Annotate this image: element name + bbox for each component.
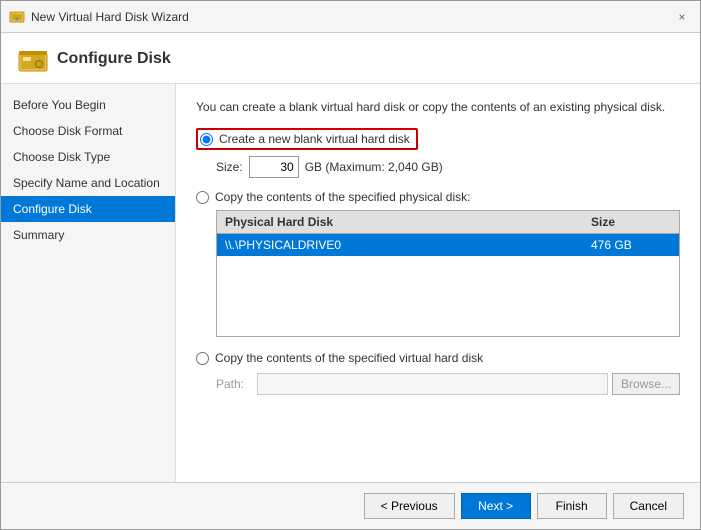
- sidebar-item-before-you-begin[interactable]: Before You Begin: [1, 92, 175, 118]
- next-button[interactable]: Next >: [461, 493, 531, 519]
- highlighted-radio-option: Create a new blank virtual hard disk: [196, 128, 418, 150]
- title-bar-text: New Virtual Hard Disk Wizard: [31, 10, 672, 24]
- page-title: Configure Disk: [57, 50, 171, 68]
- sidebar-item-configure-disk[interactable]: Configure Disk: [1, 196, 175, 222]
- copy-physical-radio[interactable]: [196, 191, 209, 204]
- create-new-disk-label: Create a new blank virtual hard disk: [219, 132, 410, 146]
- create-new-disk-radio[interactable]: [200, 133, 213, 146]
- sidebar-item-choose-disk-type[interactable]: Choose Disk Type: [1, 144, 175, 170]
- path-row: Path: Browse...: [216, 373, 680, 395]
- previous-button[interactable]: < Previous: [364, 493, 455, 519]
- close-button[interactable]: ×: [672, 7, 692, 27]
- path-label: Path:: [216, 377, 251, 391]
- copy-vhd-label: Copy the contents of the specified virtu…: [215, 351, 483, 365]
- size-row: Size: GB (Maximum: 2,040 GB): [216, 156, 680, 178]
- copy-physical-option: Copy the contents of the specified physi…: [196, 190, 680, 204]
- sidebar: Before You Begin Choose Disk Format Choo…: [1, 84, 176, 482]
- title-bar-icon: [9, 9, 25, 25]
- disk-name-cell: \\.\PHYSICALDRIVE0: [225, 238, 591, 252]
- create-new-disk-option: Create a new blank virtual hard disk: [196, 128, 680, 150]
- sidebar-item-specify-name-location[interactable]: Specify Name and Location: [1, 170, 175, 196]
- disk-table: Physical Hard Disk Size \\.\PHYSICALDRIV…: [216, 210, 680, 337]
- browse-button: Browse...: [612, 373, 680, 395]
- main-content: You can create a blank virtual hard disk…: [176, 84, 700, 482]
- size-input[interactable]: [249, 156, 299, 178]
- wizard-window: New Virtual Hard Disk Wizard × Configure…: [0, 0, 701, 530]
- copy-physical-section: Copy the contents of the specified physi…: [196, 190, 680, 337]
- create-new-disk-group: Create a new blank virtual hard disk Siz…: [196, 128, 680, 178]
- disk-table-empty-space: [217, 256, 679, 336]
- disk-table-header: Physical Hard Disk Size: [217, 211, 679, 234]
- cancel-button[interactable]: Cancel: [613, 493, 684, 519]
- footer: < Previous Next > Finish Cancel: [1, 482, 700, 529]
- size-label: Size:: [216, 160, 243, 174]
- copy-vhd-option: Copy the contents of the specified virtu…: [196, 351, 680, 365]
- size-unit: GB (Maximum: 2,040 GB): [305, 160, 443, 174]
- disk-size-cell: 476 GB: [591, 238, 671, 252]
- content-area: Before You Begin Choose Disk Format Choo…: [1, 84, 700, 482]
- disk-table-col-name: Physical Hard Disk: [225, 215, 591, 229]
- disk-table-row[interactable]: \\.\PHYSICALDRIVE0 476 GB: [217, 234, 679, 256]
- finish-button[interactable]: Finish: [537, 493, 607, 519]
- path-input: [257, 373, 608, 395]
- header-disk-icon: [17, 45, 45, 73]
- title-bar: New Virtual Hard Disk Wizard ×: [1, 1, 700, 33]
- sidebar-item-choose-disk-format[interactable]: Choose Disk Format: [1, 118, 175, 144]
- sidebar-item-summary[interactable]: Summary: [1, 222, 175, 248]
- copy-physical-label: Copy the contents of the specified physi…: [215, 190, 470, 204]
- copy-vhd-radio[interactable]: [196, 352, 209, 365]
- header-area: Configure Disk: [1, 33, 700, 84]
- description-text: You can create a blank virtual hard disk…: [196, 100, 680, 114]
- copy-vhd-section: Copy the contents of the specified virtu…: [196, 351, 680, 395]
- disk-table-col-size: Size: [591, 215, 671, 229]
